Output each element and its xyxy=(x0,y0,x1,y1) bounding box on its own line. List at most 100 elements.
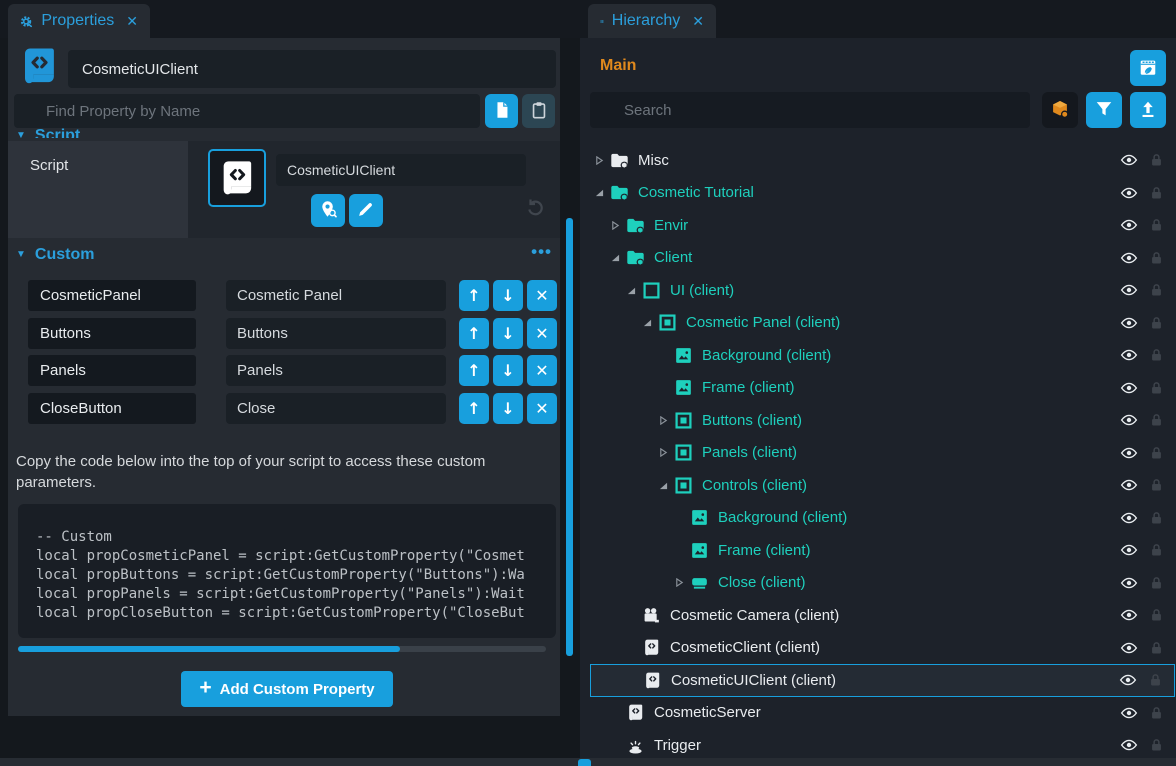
delete-property-button[interactable]: ✕ xyxy=(527,393,557,424)
vertical-scrollbar-thumb[interactable] xyxy=(566,218,573,656)
tree-row[interactable]: Background (client) xyxy=(590,502,1175,535)
lock-icon[interactable] xyxy=(1149,315,1164,331)
visibility-eye-icon[interactable] xyxy=(1120,476,1138,494)
tree-row[interactable]: Misc xyxy=(590,144,1175,177)
tree-row[interactable]: Cosmetic Camera (client) xyxy=(590,599,1175,632)
lock-icon[interactable] xyxy=(1149,705,1164,721)
visibility-eye-icon[interactable] xyxy=(1120,281,1138,299)
visibility-eye-icon[interactable] xyxy=(1119,671,1137,689)
move-up-button[interactable]: ↑ xyxy=(459,318,489,349)
expand-arrow-icon[interactable] xyxy=(672,578,686,587)
tree-row[interactable]: Panels (client) xyxy=(590,437,1175,470)
delete-property-button[interactable]: ✕ xyxy=(527,318,557,349)
game-events-button[interactable] xyxy=(1130,50,1166,86)
move-up-button[interactable]: ↑ xyxy=(459,393,489,424)
lock-icon[interactable] xyxy=(1149,282,1164,298)
expand-arrow-icon[interactable] xyxy=(592,188,606,197)
group-mode-button[interactable] xyxy=(1042,92,1078,128)
custom-section-header[interactable]: ▼Custom ••• xyxy=(16,246,552,268)
tree-row[interactable]: Envir xyxy=(590,209,1175,242)
expand-arrow-icon[interactable] xyxy=(608,253,622,262)
tab-properties[interactable]: Properties ✕ xyxy=(8,4,150,38)
reset-property-icon[interactable] xyxy=(524,196,546,218)
lock-icon[interactable] xyxy=(1149,477,1164,493)
move-up-button[interactable]: ↑ xyxy=(459,355,489,386)
visibility-eye-icon[interactable] xyxy=(1120,541,1138,559)
find-property-input[interactable] xyxy=(14,94,480,128)
upload-button[interactable] xyxy=(1130,92,1166,128)
copy-properties-button[interactable] xyxy=(485,94,518,128)
move-down-button[interactable]: ↓ xyxy=(493,355,523,386)
visibility-eye-icon[interactable] xyxy=(1120,444,1138,462)
horizontal-scrollbar-thumb[interactable] xyxy=(18,646,400,652)
bottom-panel-scroll-accent[interactable] xyxy=(578,759,591,766)
lock-icon[interactable] xyxy=(1149,640,1164,656)
paste-properties-button[interactable] xyxy=(522,94,555,128)
find-in-scene-button[interactable] xyxy=(311,194,345,227)
lock-icon[interactable] xyxy=(1149,380,1164,396)
lock-icon[interactable] xyxy=(1149,445,1164,461)
visibility-eye-icon[interactable] xyxy=(1120,704,1138,722)
edit-script-button[interactable] xyxy=(349,194,383,227)
lock-icon[interactable] xyxy=(1149,347,1164,363)
script-asset-thumbnail[interactable] xyxy=(208,149,266,207)
tab-hierarchy[interactable]: Hierarchy ✕ xyxy=(588,4,716,38)
tree-row[interactable]: Client xyxy=(590,242,1175,275)
visibility-eye-icon[interactable] xyxy=(1120,216,1138,234)
section-collapse-icon[interactable]: ▼ xyxy=(16,249,26,260)
tree-row[interactable]: UI (client) xyxy=(590,274,1175,307)
close-icon[interactable]: ✕ xyxy=(692,13,704,30)
lock-icon[interactable] xyxy=(1149,152,1164,168)
visibility-eye-icon[interactable] xyxy=(1120,411,1138,429)
filter-button[interactable] xyxy=(1086,92,1122,128)
visibility-eye-icon[interactable] xyxy=(1120,379,1138,397)
expand-arrow-icon[interactable] xyxy=(640,318,654,327)
tree-row[interactable]: Cosmetic Panel (client) xyxy=(590,307,1175,340)
expand-arrow-icon[interactable] xyxy=(624,286,638,295)
visibility-eye-icon[interactable] xyxy=(1120,736,1138,754)
tree-row[interactable]: CosmeticUIClient (client) xyxy=(590,664,1175,697)
delete-property-button[interactable]: ✕ xyxy=(527,355,557,386)
visibility-eye-icon[interactable] xyxy=(1120,151,1138,169)
tree-row[interactable]: Buttons (client) xyxy=(590,404,1175,437)
move-down-button[interactable]: ↓ xyxy=(493,318,523,349)
visibility-eye-icon[interactable] xyxy=(1120,184,1138,202)
expand-arrow-icon[interactable] xyxy=(656,481,670,490)
custom-property-value[interactable]: Cosmetic Panel xyxy=(226,280,446,311)
close-icon[interactable]: ✕ xyxy=(126,13,138,30)
tree-row[interactable]: Frame (client) xyxy=(590,372,1175,405)
move-down-button[interactable]: ↓ xyxy=(493,280,523,311)
expand-arrow-icon[interactable] xyxy=(656,448,670,457)
tree-row[interactable]: Trigger xyxy=(590,729,1175,762)
horizontal-scrollbar[interactable] xyxy=(18,646,546,652)
tree-row[interactable]: CosmeticClient (client) xyxy=(590,632,1175,665)
custom-property-value[interactable]: Panels xyxy=(226,355,446,386)
tree-row[interactable]: Controls (client) xyxy=(590,469,1175,502)
delete-property-button[interactable]: ✕ xyxy=(527,280,557,311)
visibility-eye-icon[interactable] xyxy=(1120,249,1138,267)
lock-icon[interactable] xyxy=(1149,737,1164,753)
custom-property-value[interactable]: Close xyxy=(226,393,446,424)
tree-row[interactable]: Close (client) xyxy=(590,567,1175,600)
lock-icon[interactable] xyxy=(1149,217,1164,233)
lock-icon[interactable] xyxy=(1149,185,1164,201)
tree-row[interactable]: CosmeticServer xyxy=(590,697,1175,730)
visibility-eye-icon[interactable] xyxy=(1120,509,1138,527)
object-name-input[interactable] xyxy=(68,50,556,88)
section-menu-icon[interactable]: ••• xyxy=(531,242,552,262)
expand-arrow-icon[interactable] xyxy=(592,156,606,165)
lock-icon[interactable] xyxy=(1149,510,1164,526)
visibility-eye-icon[interactable] xyxy=(1120,314,1138,332)
tree-row[interactable]: Background (client) xyxy=(590,339,1175,372)
lock-icon[interactable] xyxy=(1149,575,1164,591)
visibility-eye-icon[interactable] xyxy=(1120,639,1138,657)
expand-arrow-icon[interactable] xyxy=(656,416,670,425)
visibility-eye-icon[interactable] xyxy=(1120,606,1138,624)
lock-icon[interactable] xyxy=(1149,250,1164,266)
lock-icon[interactable] xyxy=(1148,672,1163,688)
lock-icon[interactable] xyxy=(1149,542,1164,558)
expand-arrow-icon[interactable] xyxy=(608,221,622,230)
visibility-eye-icon[interactable] xyxy=(1120,346,1138,364)
tree-row[interactable]: Cosmetic Tutorial xyxy=(590,177,1175,210)
hierarchy-search-input[interactable] xyxy=(590,92,1030,128)
